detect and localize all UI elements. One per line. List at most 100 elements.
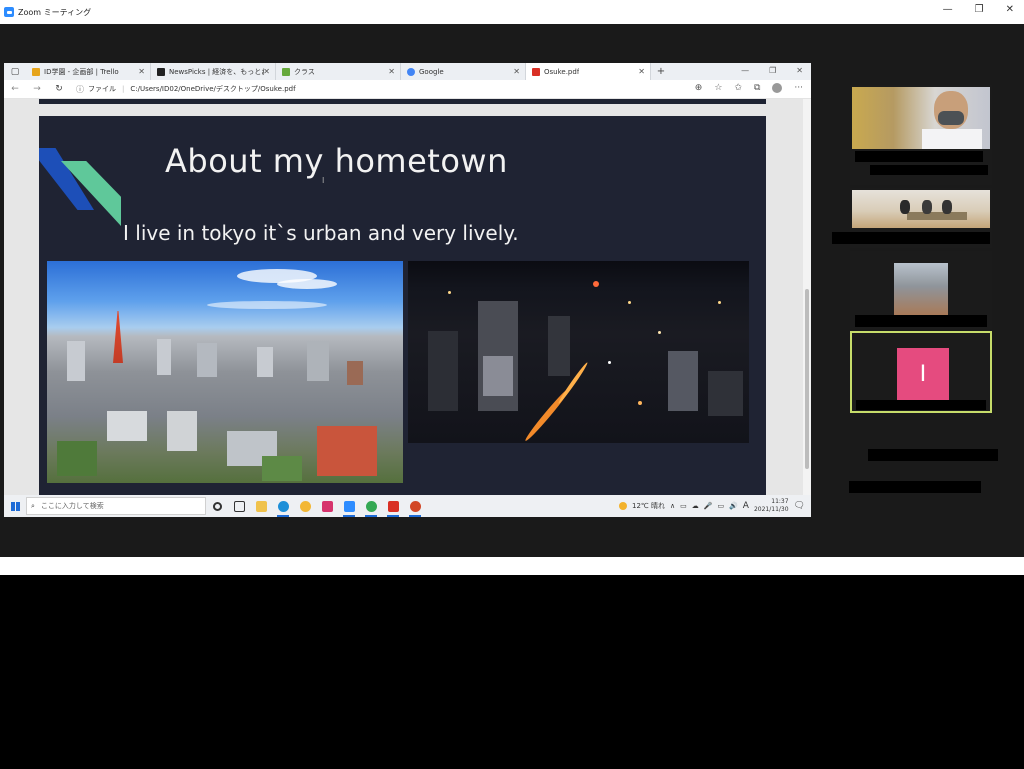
weather-text[interactable]: 12℃ 晴れ	[632, 501, 665, 511]
room-table	[907, 212, 967, 220]
zoom-app-icon[interactable]	[338, 495, 360, 517]
room-person	[922, 200, 932, 214]
pdf-viewer[interactable]: About my hometown I I live in tokyo it`s…	[4, 99, 811, 495]
windows-taskbar: ⌕ ここに入力して検索 12℃ 晴れ ∧ ▭ ☁ 🎤 ▭ 🔊 A 11:37 2…	[4, 495, 811, 517]
close-tab-icon[interactable]: ✕	[638, 67, 645, 76]
pdf-slide-page: About my hometown I I live in tokyo it`s…	[39, 116, 766, 495]
forward-arrow-icon[interactable]: →	[26, 84, 48, 94]
notification-icon[interactable]: 🗨	[794, 501, 805, 511]
classroom-icon	[282, 67, 290, 76]
close-tab-icon[interactable]: ✕	[263, 67, 270, 76]
chrome-canary-icon[interactable]	[294, 495, 316, 517]
text-cursor-icon: I	[322, 176, 325, 185]
slack-icon[interactable]	[316, 495, 338, 517]
pdf-icon	[532, 67, 540, 76]
ime-indicator[interactable]: A	[743, 501, 749, 511]
collections-icon[interactable]: ⧉	[754, 83, 760, 93]
participant-video-tile[interactable]	[850, 85, 992, 185]
tokyo-daytime-photo	[47, 261, 403, 483]
slide-title: About my hometown	[165, 142, 508, 180]
tokyo-tower	[113, 311, 123, 363]
refresh-icon[interactable]: ↻	[48, 84, 70, 94]
name-redaction	[868, 449, 998, 461]
edge-icon[interactable]	[272, 495, 294, 517]
minimize-button[interactable]: —	[943, 4, 953, 15]
browser-close-button[interactable]: ✕	[796, 66, 803, 75]
url-scheme-label: ファイル	[88, 85, 116, 93]
url-path: C:/Users/ID02/OneDrive/デスクトップ/Osuke.pdf	[130, 85, 296, 93]
newspicks-icon	[157, 67, 165, 76]
restore-button[interactable]: ❐	[975, 4, 984, 15]
browser-tab[interactable]: Google ✕	[401, 63, 526, 80]
name-redaction	[855, 315, 987, 327]
name-redaction	[870, 165, 988, 175]
room-person	[942, 200, 952, 214]
file-explorer-icon[interactable]	[250, 495, 272, 517]
start-button[interactable]	[4, 495, 26, 517]
name-redaction	[856, 400, 986, 410]
task-view-icon[interactable]	[228, 495, 250, 517]
browser-tab[interactable]: ID学園 - 企画部 | Trello ✕	[26, 63, 151, 80]
trello-icon	[32, 67, 40, 76]
network-icon[interactable]: ▭	[680, 502, 687, 510]
name-redaction	[855, 151, 983, 162]
browser-minimize-button[interactable]: —	[741, 66, 749, 75]
active-speaker-tile[interactable]: I	[850, 331, 992, 413]
app-icon[interactable]	[382, 495, 404, 517]
search-icon: ⌕	[31, 501, 35, 510]
google-icon	[407, 67, 415, 76]
participant-video-feed	[894, 263, 948, 315]
back-arrow-icon[interactable]: ←	[4, 84, 26, 94]
mic-icon[interactable]: 🎤	[704, 502, 713, 510]
favorites-icon[interactable]: ✩	[734, 83, 742, 93]
name-redaction	[832, 232, 990, 244]
divider-band	[0, 557, 1024, 575]
scrollbar-thumb[interactable]	[805, 289, 809, 469]
zoom-icon[interactable]: ⊕	[695, 83, 703, 93]
participant-shirt	[922, 129, 982, 149]
browser-restore-button[interactable]: ❐	[769, 66, 776, 75]
clock[interactable]: 11:37 2021/11/30	[754, 498, 789, 514]
zoom-logo-icon	[4, 7, 14, 17]
url-field[interactable]: ⓘ ファイル | C:/Users/ID02/OneDrive/デスクトップ/O…	[76, 82, 296, 96]
tokyo-night-photo	[408, 261, 749, 443]
clock-time: 11:37	[771, 498, 789, 505]
clock-date: 2021/11/30	[753, 506, 789, 513]
room-person	[900, 200, 910, 214]
more-icon[interactable]: ···	[794, 83, 803, 93]
system-tray: 12℃ 晴れ ∧ ▭ ☁ 🎤 ▭ 🔊 A 11:37 2021/11/30 🗨	[618, 495, 805, 517]
pdf-scrollbar[interactable]	[803, 99, 811, 495]
shared-screen: ▢ ID学園 - 企画部 | Trello ✕ NewsPicks | 経済を、…	[4, 63, 811, 517]
new-tab-button[interactable]: +	[651, 63, 671, 80]
participant-initial-avatar: I	[897, 348, 949, 400]
participant-video-feed	[852, 87, 990, 149]
name-redaction	[849, 481, 981, 493]
info-icon: ⓘ	[76, 84, 84, 94]
participant-video-tile[interactable]	[832, 188, 992, 248]
previous-page-edge	[39, 99, 766, 104]
cortana-icon[interactable]	[206, 495, 228, 517]
cloud-icon[interactable]: ☁	[692, 502, 699, 510]
taskbar-search-box[interactable]: ⌕ ここに入力して検索	[26, 497, 206, 515]
profile-avatar[interactable]	[772, 83, 783, 93]
address-bar: ← → ↻ ⓘ ファイル | C:/Users/ID02/OneDrive/デス…	[4, 80, 811, 99]
chrome-icon[interactable]	[360, 495, 382, 517]
close-tab-icon[interactable]: ✕	[513, 67, 520, 76]
search-placeholder: ここに入力して検索	[40, 502, 104, 510]
battery-icon[interactable]: ▭	[717, 502, 724, 510]
participant-mask	[938, 111, 964, 125]
browser-tab[interactable]: クラス ✕	[276, 63, 401, 80]
close-button[interactable]: ✕	[1006, 4, 1014, 15]
tab-actions-icon[interactable]: ▢	[4, 63, 26, 80]
close-tab-icon[interactable]: ✕	[388, 67, 395, 76]
browser-tab[interactable]: NewsPicks | 経済を、もっとおもしろく ✕	[151, 63, 276, 80]
volume-icon[interactable]: 🔊	[729, 502, 738, 510]
participant-video-feed	[852, 190, 990, 228]
participant-video-tile[interactable]	[850, 251, 992, 329]
slide-body-text: I live in tokyo it`s urban and very live…	[123, 221, 519, 245]
powerpoint-icon[interactable]	[404, 495, 426, 517]
close-tab-icon[interactable]: ✕	[138, 67, 145, 76]
tray-chevron-icon[interactable]: ∧	[670, 502, 675, 510]
favorite-add-icon[interactable]: ☆	[714, 83, 722, 93]
browser-tab-active[interactable]: Osuke.pdf ✕	[526, 63, 651, 80]
